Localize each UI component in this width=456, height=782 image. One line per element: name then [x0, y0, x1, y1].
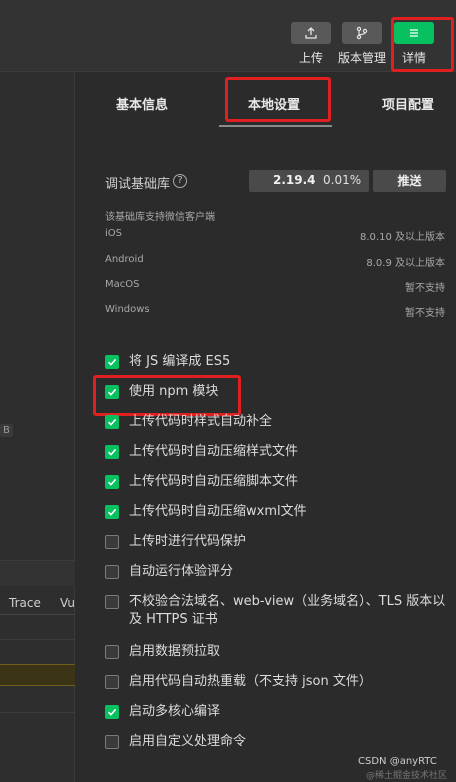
- base-library-coverage: 0.01%: [323, 173, 362, 187]
- tab-project-config[interactable]: 项目配置: [382, 94, 434, 113]
- upload-button[interactable]: 上传: [291, 22, 331, 66]
- watermark-sub: @稀土掘金技术社区: [366, 771, 448, 781]
- checkbox-checked[interactable]: [105, 475, 119, 489]
- base-library-label: 调试基础库: [105, 177, 171, 192]
- platform-row-windows: Windows 暂不支持: [105, 304, 445, 319]
- platform-row-macos: MacOS 暂不支持: [105, 279, 445, 294]
- checkbox-unchecked[interactable]: [105, 735, 119, 749]
- check-icon: [107, 508, 117, 516]
- option-use-npm[interactable]: 使用 npm 模块: [105, 383, 218, 401]
- option-multicore-compile[interactable]: 启动多核心编译: [105, 703, 220, 721]
- checkbox-unchecked[interactable]: [105, 595, 119, 609]
- check-icon: [107, 478, 117, 486]
- check-icon: [107, 448, 117, 456]
- option-minify-wxml[interactable]: 上传代码时自动压缩wxml文件: [105, 503, 307, 521]
- support-note: 该基础库支持微信客户端: [105, 212, 215, 223]
- checkbox-checked[interactable]: [105, 415, 119, 429]
- upload-label: 上传: [298, 51, 323, 65]
- column-header-trace[interactable]: Trace: [9, 596, 41, 610]
- details-button[interactable]: 详情: [394, 22, 434, 66]
- tab-local-settings[interactable]: 本地设置: [248, 94, 300, 113]
- option-style-autoprefix[interactable]: 上传代码时样式自动补全: [105, 413, 272, 431]
- menu-icon: [394, 22, 434, 44]
- option-code-protection[interactable]: 上传时进行代码保护: [105, 533, 246, 551]
- option-minify-script[interactable]: 上传代码时自动压缩脚本文件: [105, 473, 298, 491]
- checkbox-unchecked[interactable]: [105, 675, 119, 689]
- base-library-version: 2.19.4: [273, 173, 316, 187]
- option-minify-style[interactable]: 上传代码时自动压缩样式文件: [105, 443, 298, 461]
- top-toolbar: 上传 版本管理 详情: [0, 0, 456, 72]
- option-prefetch[interactable]: 启用数据预拉取: [105, 643, 220, 661]
- option-auto-audit[interactable]: 自动运行体验评分: [105, 563, 233, 581]
- details-panel: 基本信息 本地设置 项目配置 调试基础库 ? 2.19.4 0.01% 推送 该…: [76, 72, 456, 782]
- tab-basic-info[interactable]: 基本信息: [116, 94, 168, 113]
- check-icon: [107, 418, 117, 426]
- table-row: [0, 639, 75, 640]
- help-icon[interactable]: ?: [173, 174, 187, 188]
- check-icon: [107, 708, 117, 716]
- table-row: [0, 712, 75, 713]
- check-icon: [107, 388, 117, 396]
- checkbox-unchecked[interactable]: [105, 565, 119, 579]
- checkbox-checked[interactable]: [105, 705, 119, 719]
- checkbox-checked[interactable]: [105, 505, 119, 519]
- version-management-label: 版本管理: [338, 51, 387, 65]
- active-tab-indicator: [219, 125, 332, 127]
- upload-icon: [291, 22, 331, 44]
- checkbox-checked[interactable]: [105, 355, 119, 369]
- option-skip-domain-check[interactable]: 不校验合法域名、web-view（业务域名）、TLS 版本以及 HTTPS 证书: [105, 593, 454, 629]
- push-button[interactable]: 推送: [373, 170, 446, 192]
- details-label: 详情: [401, 51, 426, 65]
- column-header-vu[interactable]: Vu: [60, 596, 75, 610]
- size-badge: B: [0, 424, 13, 437]
- branch-icon: [342, 22, 382, 44]
- check-icon: [107, 358, 117, 366]
- checkbox-unchecked[interactable]: [105, 535, 119, 549]
- version-management-button[interactable]: 版本管理: [338, 22, 386, 66]
- base-library-select[interactable]: 2.19.4 0.01%: [249, 170, 369, 192]
- table-row-warning: [0, 664, 75, 686]
- checkbox-unchecked[interactable]: [105, 645, 119, 659]
- divider: [0, 614, 75, 615]
- checkbox-checked[interactable]: [105, 445, 119, 459]
- option-custom-command[interactable]: 启用自定义处理命令: [105, 733, 246, 751]
- option-hot-reload[interactable]: 启用代码自动热重载（不支持 json 文件）: [105, 673, 372, 691]
- platform-row-android: Android 8.0.9 及以上版本: [105, 254, 445, 269]
- option-compile-es5[interactable]: 将 JS 编译成 ES5: [105, 353, 230, 371]
- watermark: CSDN @anyRTC: [358, 756, 437, 767]
- debugger-tabbar: [0, 560, 75, 586]
- left-panel: B Trace Vu: [0, 72, 75, 782]
- platform-row-ios: iOS 8.0.10 及以上版本: [105, 228, 445, 243]
- checkbox-checked[interactable]: [105, 385, 119, 399]
